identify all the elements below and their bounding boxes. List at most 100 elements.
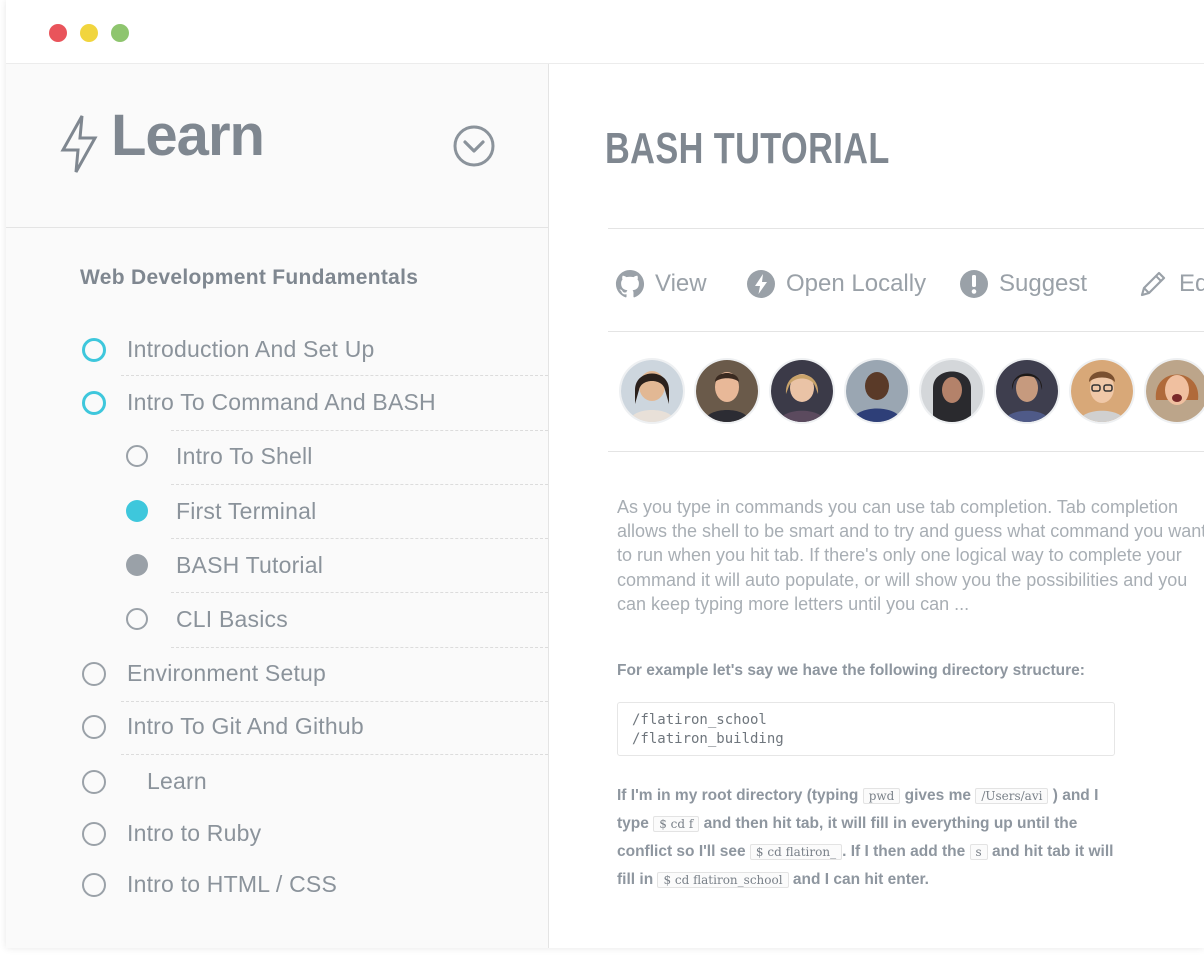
logo-text[interactable]: Learn bbox=[111, 107, 265, 165]
lesson-label: CLI Basics bbox=[176, 606, 288, 632]
chevron-down-icon[interactable] bbox=[452, 124, 496, 168]
inline-code: s bbox=[969, 844, 988, 860]
edit-button[interactable]: Ed bbox=[1137, 264, 1204, 304]
sidebar-lesson-item[interactable]: First Terminal bbox=[123, 491, 543, 531]
minimize-button[interactable] bbox=[80, 24, 98, 42]
contributor-avatar[interactable] bbox=[921, 360, 983, 422]
sidebar-lesson-item[interactable]: Environment Setup bbox=[80, 653, 500, 693]
sidebar-lesson-item[interactable]: Intro to HTML / CSS bbox=[80, 864, 500, 904]
lesson-label: Introduction And Set Up bbox=[127, 336, 375, 362]
sidebar-lesson-item[interactable]: Intro To Shell bbox=[123, 436, 543, 476]
maximize-button[interactable] bbox=[111, 24, 129, 42]
sidebar-lesson-item[interactable]: Intro To Command And BASH bbox=[80, 382, 500, 422]
person-icon bbox=[846, 360, 908, 422]
view-label: View bbox=[655, 270, 707, 297]
inline-code: $ cd flatiron_ bbox=[749, 844, 843, 860]
divider bbox=[608, 331, 1204, 332]
code-block: /flatiron_school /flatiron_building bbox=[617, 702, 1115, 756]
lesson-divider bbox=[171, 484, 548, 485]
sidebar-lesson-item[interactable]: Intro To Git And Github bbox=[80, 706, 500, 746]
lesson-label: Intro To Shell bbox=[176, 443, 313, 469]
app-window: Learn Web Development Fundamentals Intro… bbox=[6, 0, 1204, 948]
lesson-status-icon bbox=[126, 608, 148, 630]
contributor-avatar[interactable] bbox=[621, 360, 683, 422]
lesson-label: Environment Setup bbox=[127, 660, 327, 686]
person-icon bbox=[996, 360, 1058, 422]
sidebar: Learn Web Development Fundamentals Intro… bbox=[6, 64, 549, 948]
bolt-circle-icon bbox=[747, 270, 775, 298]
example-heading: For example let's say we have the follow… bbox=[617, 662, 1085, 679]
lesson-status-icon bbox=[82, 770, 106, 794]
lesson-label: Learn bbox=[147, 768, 207, 794]
sidebar-lesson-item[interactable]: CLI Basics bbox=[123, 599, 543, 639]
person-icon bbox=[621, 360, 683, 422]
open-locally-label: Open Locally bbox=[786, 270, 927, 297]
sidebar-lesson-item[interactable]: BASH Tutorial bbox=[123, 545, 543, 585]
lesson-paragraph: If I'm in my root directory (typing pwd … bbox=[617, 782, 1117, 894]
person-icon bbox=[1146, 360, 1204, 422]
inline-code: pwd bbox=[862, 788, 901, 804]
lesson-status-icon bbox=[82, 338, 106, 362]
contributor-avatar[interactable] bbox=[696, 360, 758, 422]
lesson-status-icon bbox=[126, 500, 148, 522]
lesson-label: Intro To Git And Github bbox=[127, 713, 364, 739]
text: If I'm in my root directory (typing bbox=[617, 787, 859, 804]
lesson-label: Intro to HTML / CSS bbox=[127, 871, 338, 897]
page-title: BASH TUTORIAL bbox=[605, 124, 890, 173]
lesson-label: First Terminal bbox=[176, 498, 317, 524]
pencil-icon bbox=[1140, 271, 1166, 297]
lesson-label: Intro To Command And BASH bbox=[127, 389, 436, 415]
text: and I can hit enter. bbox=[792, 871, 929, 888]
sidebar-divider bbox=[6, 227, 548, 228]
divider bbox=[608, 451, 1204, 452]
person-icon bbox=[921, 360, 983, 422]
sidebar-lesson-item[interactable]: Learn bbox=[80, 761, 500, 801]
lesson-label: BASH Tutorial bbox=[176, 552, 324, 578]
sidebar-lesson-item[interactable]: Intro to Ruby bbox=[80, 813, 500, 853]
divider bbox=[608, 228, 1204, 229]
view-github-button[interactable]: View bbox=[615, 264, 707, 304]
inline-code: $ cd f bbox=[653, 816, 700, 832]
person-icon bbox=[696, 360, 758, 422]
open-locally-button[interactable]: Open Locally bbox=[746, 264, 926, 304]
lesson-status-icon bbox=[126, 445, 148, 467]
lesson-status-icon bbox=[82, 662, 106, 686]
code-line: /flatiron_building bbox=[632, 731, 784, 747]
lesson-status-icon bbox=[82, 391, 106, 415]
inline-code: $ cd flatiron_school bbox=[657, 872, 789, 888]
lesson-divider bbox=[121, 375, 548, 376]
lesson-divider bbox=[171, 592, 548, 593]
suggest-button[interactable]: Suggest bbox=[959, 264, 1087, 304]
contributor-avatar[interactable] bbox=[1071, 360, 1133, 422]
contributor-avatar[interactable] bbox=[996, 360, 1058, 422]
lesson-label: Intro to Ruby bbox=[127, 820, 262, 846]
lesson-status-icon bbox=[82, 715, 106, 739]
github-icon bbox=[615, 269, 645, 298]
code-line: /flatiron_school bbox=[632, 712, 767, 728]
main-content: BASH TUTORIAL View Open Locally Suggest bbox=[549, 64, 1204, 948]
lesson-status-icon bbox=[82, 873, 106, 897]
lesson-status-icon bbox=[82, 822, 106, 846]
text: gives me bbox=[904, 787, 971, 804]
exclamation-circle-icon bbox=[960, 270, 988, 298]
lesson-divider bbox=[171, 538, 548, 539]
learn-bolt-icon bbox=[60, 115, 98, 173]
lesson-divider bbox=[121, 701, 548, 702]
lesson-divider bbox=[171, 430, 548, 431]
lesson-status-icon bbox=[126, 554, 148, 576]
suggest-label: Suggest bbox=[999, 270, 1088, 297]
lesson-summary: As you type in commands you can use tab … bbox=[617, 497, 1204, 614]
inline-code: /Users/avi bbox=[975, 788, 1049, 804]
person-icon bbox=[771, 360, 833, 422]
sidebar-lesson-item[interactable]: Introduction And Set Up bbox=[80, 329, 500, 369]
lesson-divider bbox=[171, 647, 548, 648]
edit-label: Ed bbox=[1179, 270, 1204, 297]
contributor-avatar[interactable] bbox=[1146, 360, 1204, 422]
person-icon bbox=[1071, 360, 1133, 422]
section-title: Web Development Fundamentals bbox=[80, 266, 419, 289]
contributor-avatar[interactable] bbox=[846, 360, 908, 422]
close-button[interactable] bbox=[49, 24, 67, 42]
lesson-divider bbox=[121, 754, 548, 755]
text: . If I then add the bbox=[842, 843, 966, 860]
contributor-avatar[interactable] bbox=[771, 360, 833, 422]
